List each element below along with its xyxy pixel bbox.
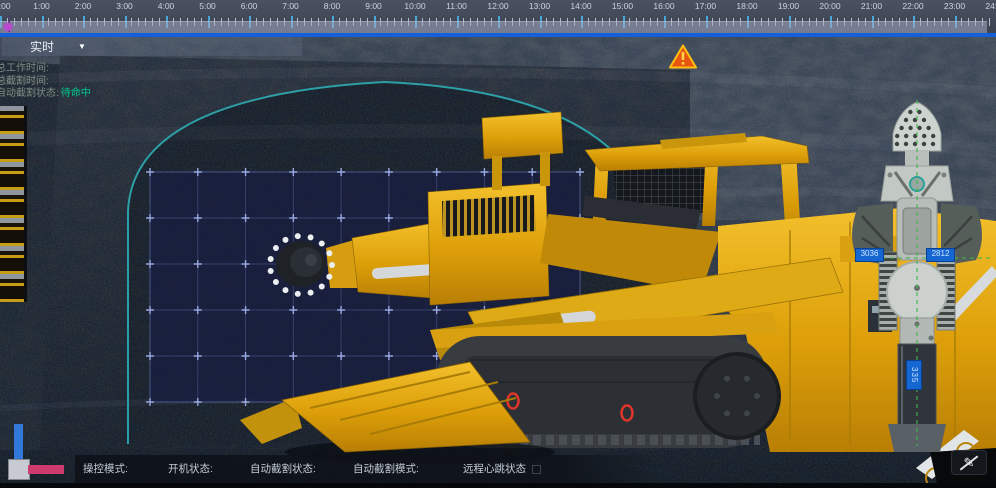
status-line-total-work: 总工作时间: xyxy=(0,63,91,76)
timeline-bar: 00:00 1:00 2:00 3:00 4:00 5:00 6:00 7:00 8:00 9:0… xyxy=(0,0,996,37)
joystick-knob xyxy=(8,459,30,480)
auto-cut-state-label: 自动截割状态: xyxy=(250,455,316,483)
timeline-hour-label: 8:00 xyxy=(324,1,341,11)
joystick-axis-horizontal xyxy=(28,465,64,474)
status-panel: 总工作时间: 总截割时间: 自动截割状态:待命中 xyxy=(0,63,91,101)
timeline-hour-label: 7:00 xyxy=(282,1,299,11)
timeline-hour-label: 15:00 xyxy=(612,1,633,11)
timeline-hour-label: 10:00 xyxy=(404,1,425,11)
timeline-divider xyxy=(0,33,996,37)
timeline-hour-labels: 00:00 1:00 2:00 3:00 4:00 5:00 6:00 7:00 8:00 9:0… xyxy=(0,1,996,13)
heartbeat-indicator xyxy=(532,465,541,474)
timeline-hour-label: 23:00 xyxy=(944,1,965,11)
timeline-hour-label: 17:00 xyxy=(695,1,716,11)
timeline-hour-label: 00:00 xyxy=(0,1,11,11)
auto-cut-mode-label: 自动截割模式: xyxy=(353,455,419,483)
chevron-down-icon: ▼ xyxy=(78,42,86,51)
joystick-indicator xyxy=(0,420,70,482)
power-state-label: 开机状态: xyxy=(168,455,213,483)
timeline-hour-label: 19:00 xyxy=(778,1,799,11)
annotation-disable-button[interactable]: ✎ xyxy=(951,450,987,475)
timeline-hour-label: 22:00 xyxy=(902,1,923,11)
standby-badge: 待命中 xyxy=(61,88,91,99)
control-mode-label: 操控模式: xyxy=(83,455,128,483)
timeline-hour-label: 4:00 xyxy=(158,1,175,11)
timeline-hour-label: 11:00 xyxy=(446,1,467,11)
timeline-scrub-band[interactable] xyxy=(0,21,987,33)
timeline-hour-label: 14:00 xyxy=(570,1,591,11)
minimap-right-distance-readout: 2812 xyxy=(926,248,955,262)
timeline-hour-label: 9:00 xyxy=(365,1,382,11)
scene-3d-viewport[interactable] xyxy=(0,0,996,488)
timeline-hour-label: 20:00 xyxy=(819,1,840,11)
remote-mining-console: 00:00 1:00 2:00 3:00 4:00 5:00 6:00 7:00 8:00 9:0… xyxy=(0,0,996,488)
time-mode-dropdown[interactable]: 实时 ▼ xyxy=(8,37,104,56)
left-edge-machine-track xyxy=(0,106,27,302)
timeline-hour-label: 24:00 xyxy=(985,1,996,11)
timeline-hour-label: 13:00 xyxy=(529,1,550,11)
timeline-hour-label: 5:00 xyxy=(199,1,216,11)
timeline-hour-label: 6:00 xyxy=(241,1,258,11)
joystick-axis-vertical xyxy=(14,424,23,462)
timeline-playhead[interactable] xyxy=(4,23,12,31)
timeline-tick-minor xyxy=(989,18,990,26)
bottom-edge-strip xyxy=(0,483,996,488)
alarm-warning-icon[interactable] xyxy=(669,44,697,69)
status-line-total-cut: 总截割时间: xyxy=(0,76,91,89)
timeline-hour-label: 2:00 xyxy=(75,1,92,11)
minimap-left-distance-readout: 3036 xyxy=(855,248,884,262)
bottom-status-bar: 操控模式: 开机状态: 自动截割状态: 自动截割模式: 远程心跳状态 xyxy=(75,455,665,483)
timeline-hour-label: 21:00 xyxy=(861,1,882,11)
remote-heartbeat-label: 远程心跳状态 xyxy=(463,455,541,483)
minimap-tail-readout: 335 xyxy=(906,360,922,390)
timeline-hour-label: 1:00 xyxy=(33,1,50,11)
timeline-hour-label: 12:00 xyxy=(487,1,508,11)
status-line-auto-cut-state: 自动截割状态:待命中 xyxy=(0,88,91,101)
time-mode-label: 实时 xyxy=(30,38,54,55)
timeline-hour-label: 3:00 xyxy=(116,1,133,11)
timeline-hour-label: 16:00 xyxy=(653,1,674,11)
timeline-hour-label: 18:00 xyxy=(736,1,757,11)
